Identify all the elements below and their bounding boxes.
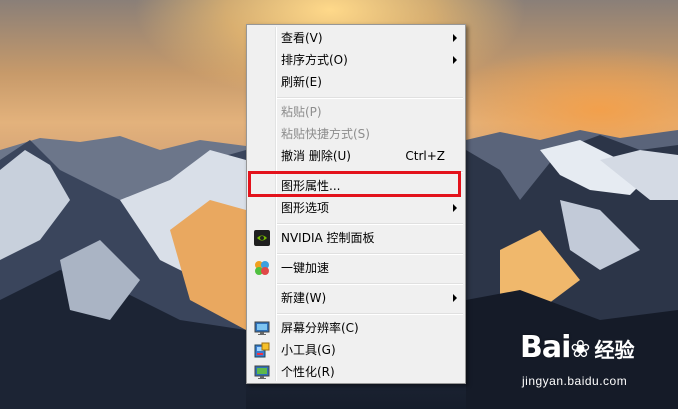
menu-separator	[277, 283, 463, 285]
baidu-jingyan-watermark: Bai❀ 经验 jingyan.baidu.com	[520, 330, 635, 388]
accelerate-icon	[254, 260, 270, 276]
personalize-icon	[254, 364, 270, 380]
annotation-highlight-box	[248, 171, 461, 197]
menu-item-sort-by[interactable]: 排序方式(O)	[249, 49, 463, 71]
watermark-site: jingyan.baidu.com	[522, 374, 628, 388]
monitor-icon	[254, 320, 270, 336]
desktop-context-menu: 查看(V) 排序方式(O) 刷新(E) 粘贴(P) 粘贴快捷方式(S) 撤消 删…	[246, 24, 466, 384]
menu-separator	[277, 253, 463, 255]
menu-item-label: 一键加速	[281, 261, 330, 275]
menu-item-paste[interactable]: 粘贴(P)	[249, 101, 463, 123]
menu-item-screen-resolution[interactable]: 屏幕分辨率(C)	[249, 317, 463, 339]
paw-icon: ❀	[570, 335, 591, 363]
menu-item-label: 撤消 删除(U)	[281, 149, 351, 163]
menu-item-label: 粘贴(P)	[281, 105, 322, 119]
watermark-logo: Bai	[520, 330, 571, 365]
menu-item-gadgets[interactable]: 小工具(G)	[249, 339, 463, 361]
gadgets-icon	[254, 342, 270, 358]
submenu-arrow-icon	[453, 34, 457, 42]
nvidia-icon	[254, 230, 270, 246]
menu-item-label: 小工具(G)	[281, 343, 336, 357]
menu-item-label: 查看(V)	[281, 31, 323, 45]
menu-separator	[277, 97, 463, 99]
menu-item-paste-shortcut[interactable]: 粘贴快捷方式(S)	[249, 123, 463, 145]
submenu-arrow-icon	[453, 56, 457, 64]
menu-item-label: 新建(W)	[281, 291, 327, 305]
menu-item-new[interactable]: 新建(W)	[249, 287, 463, 309]
menu-item-label: 屏幕分辨率(C)	[281, 321, 359, 335]
menu-item-view[interactable]: 查看(V)	[249, 27, 463, 49]
menu-item-undo-delete[interactable]: 撤消 删除(U) Ctrl+Z	[249, 145, 463, 167]
menu-item-label: 图形选项	[281, 201, 330, 215]
menu-item-label: 个性化(R)	[281, 365, 335, 379]
menu-item-graphics-options[interactable]: 图形选项	[249, 197, 463, 219]
watermark-logo-suffix: 经验	[594, 338, 635, 362]
submenu-arrow-icon	[453, 294, 457, 302]
menu-item-shortcut: Ctrl+Z	[405, 149, 445, 163]
menu-item-label: 排序方式(O)	[281, 53, 348, 67]
menu-separator	[277, 313, 463, 315]
submenu-arrow-icon	[453, 204, 457, 212]
menu-item-refresh[interactable]: 刷新(E)	[249, 71, 463, 93]
menu-item-label: 刷新(E)	[281, 75, 322, 89]
menu-item-nvidia-control-panel[interactable]: NVIDIA 控制面板	[249, 227, 463, 249]
menu-item-label: 粘贴快捷方式(S)	[281, 127, 370, 141]
menu-separator	[277, 223, 463, 225]
menu-item-one-click-accelerate[interactable]: 一键加速	[249, 257, 463, 279]
menu-item-label: NVIDIA 控制面板	[281, 231, 375, 245]
menu-item-personalize[interactable]: 个性化(R)	[249, 361, 463, 383]
